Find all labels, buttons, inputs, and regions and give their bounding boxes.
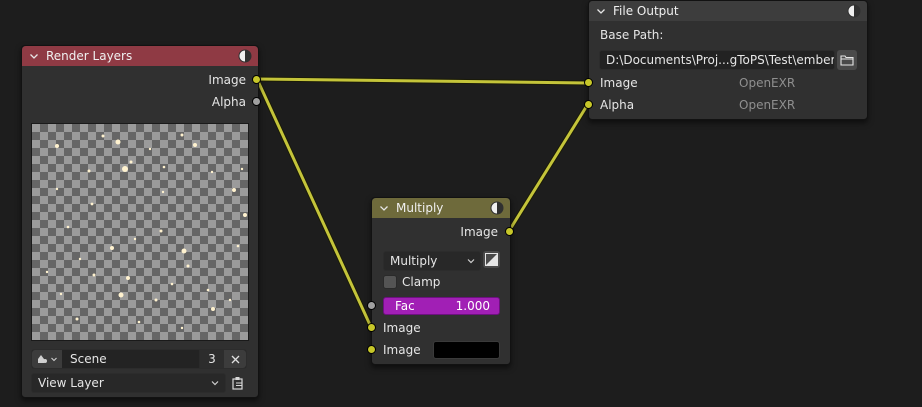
fac-slider[interactable]: Fac 1.000 — [383, 297, 500, 315]
multiply-image-input-socket-1[interactable] — [367, 323, 376, 332]
render-layers-header[interactable]: Render Layers — [22, 46, 258, 66]
input-format: OpenEXR — [739, 98, 796, 112]
image-alpha-icon — [485, 253, 498, 266]
copy-view-layer-button[interactable] — [229, 373, 247, 393]
node-title: Multiply — [396, 201, 444, 215]
output-alpha-label: Alpha — [211, 95, 246, 109]
chevron-down-icon[interactable] — [28, 50, 40, 62]
file-alpha-input-socket[interactable] — [584, 100, 593, 109]
node-title: File Output — [613, 4, 679, 18]
input-name: Alpha — [600, 98, 635, 112]
chevron-down-icon[interactable] — [595, 5, 607, 17]
multiply-node[interactable]: Multiply Image Multiply Clamp Fac 1.000 … — [371, 197, 511, 365]
chevron-down-icon — [467, 259, 475, 264]
input-format: OpenEXR — [739, 76, 796, 90]
node-title: Render Layers — [46, 49, 133, 63]
blend-mode-value: Multiply — [390, 254, 438, 268]
output-image-row: Image — [460, 222, 498, 242]
base-path-label: Base Path: — [600, 28, 664, 42]
fac-label: Fac — [395, 299, 415, 313]
output-alpha-row: Alpha — [212, 92, 246, 112]
file-output-node[interactable]: File Output Base Path: D:\Documents\Proj… — [588, 0, 868, 120]
view-layer-selector[interactable]: View Layer — [31, 373, 226, 393]
folder-icon — [840, 55, 854, 66]
scene-name[interactable]: Scene — [62, 352, 199, 366]
close-icon — [231, 355, 239, 363]
chevron-down-icon — [211, 381, 219, 386]
input-image-row[interactable]: Image OpenEXR — [600, 73, 860, 93]
fac-input-socket[interactable] — [367, 301, 376, 310]
multiply-header[interactable]: Multiply — [372, 198, 510, 218]
fac-value: 1.000 — [455, 299, 490, 313]
scene-icon — [38, 355, 47, 363]
base-path-label-row: Base Path: — [600, 25, 663, 45]
input-image-label: Image — [383, 343, 421, 357]
clamp-label: Clamp — [402, 275, 441, 289]
output-image-label: Image — [460, 225, 498, 239]
ember-particles — [45, 133, 247, 330]
browse-folder-button[interactable] — [837, 50, 857, 70]
render-preview-icon[interactable] — [238, 49, 252, 63]
scene-user-count[interactable]: 3 — [199, 350, 224, 368]
base-path-value[interactable]: D:\Documents\Proj...gToPS\Test\ember4 — [600, 53, 834, 67]
clamp-row[interactable]: Clamp — [383, 272, 440, 292]
link-render-image-to-multiply-image — [255, 77, 373, 329]
clamp-checkbox[interactable] — [383, 275, 397, 289]
scene-type-dropdown[interactable] — [32, 350, 62, 368]
scene-selector[interactable]: Scene 3 — [31, 349, 247, 369]
link-render-image-to-file-image — [255, 77, 590, 85]
multiply-image-input-socket-2[interactable] — [367, 345, 376, 354]
base-path-field[interactable]: D:\Documents\Proj...gToPS\Test\ember4 — [599, 50, 835, 70]
chevron-down-icon — [51, 357, 57, 362]
unlink-scene-button[interactable] — [224, 350, 246, 368]
multiply-image-output-socket[interactable] — [505, 227, 514, 236]
input-image-row-1: Image — [383, 318, 421, 338]
view-layer-name: View Layer — [38, 376, 104, 390]
render-preview-icon[interactable] — [490, 201, 504, 215]
link-multiply-image-to-file-alpha — [507, 102, 590, 233]
clipboard-icon — [232, 377, 243, 390]
file-output-header[interactable]: File Output — [589, 1, 867, 21]
render-alpha-output-socket[interactable] — [252, 97, 261, 106]
render-layers-node[interactable]: Render Layers Image Alpha Scene 3 View L… — [21, 45, 259, 398]
output-image-label: Image — [208, 73, 246, 87]
use-alpha-toggle[interactable] — [483, 251, 500, 268]
input-image-label: Image — [383, 321, 421, 335]
blend-mode-dropdown[interactable]: Multiply — [383, 251, 481, 271]
input-name: Image — [600, 76, 638, 90]
render-preview-icon[interactable] — [847, 4, 861, 18]
file-image-input-socket[interactable] — [584, 78, 593, 87]
image-color-field[interactable] — [433, 341, 500, 359]
chevron-down-icon[interactable] — [378, 202, 390, 214]
input-alpha-row[interactable]: Alpha OpenEXR — [600, 95, 860, 115]
render-image-output-socket[interactable] — [252, 75, 261, 84]
render-preview-image — [31, 123, 249, 341]
output-image-row: Image — [208, 70, 246, 90]
input-image-row-2: Image — [383, 340, 421, 360]
